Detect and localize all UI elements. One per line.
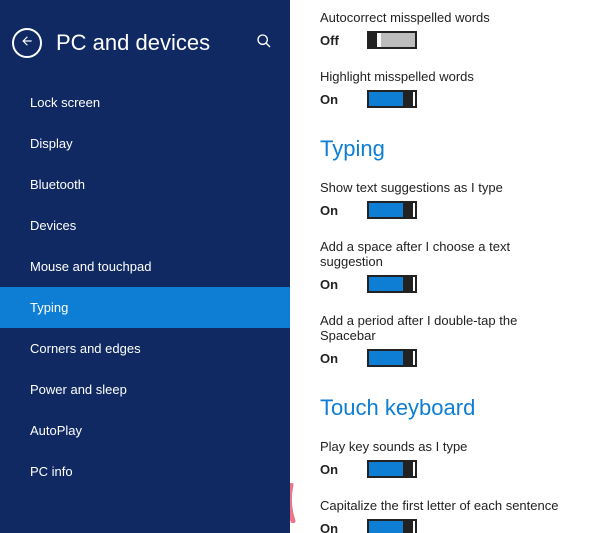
- toggle-switch[interactable]: [367, 31, 417, 49]
- setting-state: Off: [320, 33, 345, 48]
- setting-label: Show text suggestions as I type: [320, 180, 574, 195]
- setting-label: Add a period after I double-tap the Spac…: [320, 313, 574, 343]
- sidebar: PC and devices Lock screenDisplayBluetoo…: [0, 0, 290, 533]
- sidebar-header: PC and devices: [0, 0, 290, 82]
- setting-item: Add a space after I choose a text sugges…: [320, 239, 574, 293]
- highlight-annotation: [290, 483, 299, 523]
- setting-control-row: On: [320, 90, 574, 108]
- toggle-switch[interactable]: [367, 201, 417, 219]
- setting-control-row: On: [320, 460, 574, 478]
- section-heading: Touch keyboard: [320, 395, 574, 421]
- sidebar-item-mouse-and-touchpad[interactable]: Mouse and touchpad: [0, 246, 290, 287]
- setting-control-row: On: [320, 519, 574, 533]
- setting-label: Capitalize the first letter of each sent…: [320, 498, 574, 513]
- sidebar-item-power-and-sleep[interactable]: Power and sleep: [0, 369, 290, 410]
- setting-state: On: [320, 277, 345, 292]
- sidebar-item-bluetooth[interactable]: Bluetooth: [0, 164, 290, 205]
- setting-control-row: On: [320, 275, 574, 293]
- toggle-switch[interactable]: [367, 460, 417, 478]
- setting-item: Add a period after I double-tap the Spac…: [320, 313, 574, 367]
- setting-label: Play key sounds as I type: [320, 439, 574, 454]
- sidebar-item-typing[interactable]: Typing: [0, 287, 290, 328]
- sidebar-nav: Lock screenDisplayBluetoothDevicesMouse …: [0, 82, 290, 533]
- toggle-switch[interactable]: [367, 519, 417, 533]
- setting-item: Capitalize the first letter of each sent…: [320, 498, 574, 533]
- setting-state: On: [320, 351, 345, 366]
- sidebar-item-corners-and-edges[interactable]: Corners and edges: [0, 328, 290, 369]
- sidebar-item-pc-info[interactable]: PC info: [0, 451, 290, 492]
- setting-control-row: Off: [320, 31, 574, 49]
- arrow-left-icon: [20, 34, 34, 53]
- setting-state: On: [320, 521, 345, 533]
- setting-item: Highlight misspelled words On: [320, 69, 574, 108]
- page-title: PC and devices: [56, 30, 256, 56]
- content-pane[interactable]: Autocorrect misspelled words Off Highlight…: [290, 0, 600, 533]
- setting-label: Add a space after I choose a text sugges…: [320, 239, 574, 269]
- toggle-switch[interactable]: [367, 90, 417, 108]
- setting-item: Play key sounds as I type On: [320, 439, 574, 478]
- sidebar-item-lock-screen[interactable]: Lock screen: [0, 82, 290, 123]
- sidebar-item-autoplay[interactable]: AutoPlay: [0, 410, 290, 451]
- setting-state: On: [320, 92, 345, 107]
- setting-state: On: [320, 462, 345, 477]
- setting-control-row: On: [320, 349, 574, 367]
- section-heading: Typing: [320, 136, 574, 162]
- sidebar-item-devices[interactable]: Devices: [0, 205, 290, 246]
- setting-label: Autocorrect misspelled words: [320, 10, 574, 25]
- setting-item: Show text suggestions as I type On: [320, 180, 574, 219]
- toggle-switch[interactable]: [367, 349, 417, 367]
- setting-state: On: [320, 203, 345, 218]
- setting-label: Highlight misspelled words: [320, 69, 574, 84]
- search-icon: [256, 36, 272, 53]
- setting-control-row: On: [320, 201, 574, 219]
- setting-item: Autocorrect misspelled words Off: [320, 10, 574, 49]
- sidebar-item-display[interactable]: Display: [0, 123, 290, 164]
- search-button[interactable]: [256, 33, 272, 54]
- toggle-switch[interactable]: [367, 275, 417, 293]
- back-button[interactable]: [12, 28, 42, 58]
